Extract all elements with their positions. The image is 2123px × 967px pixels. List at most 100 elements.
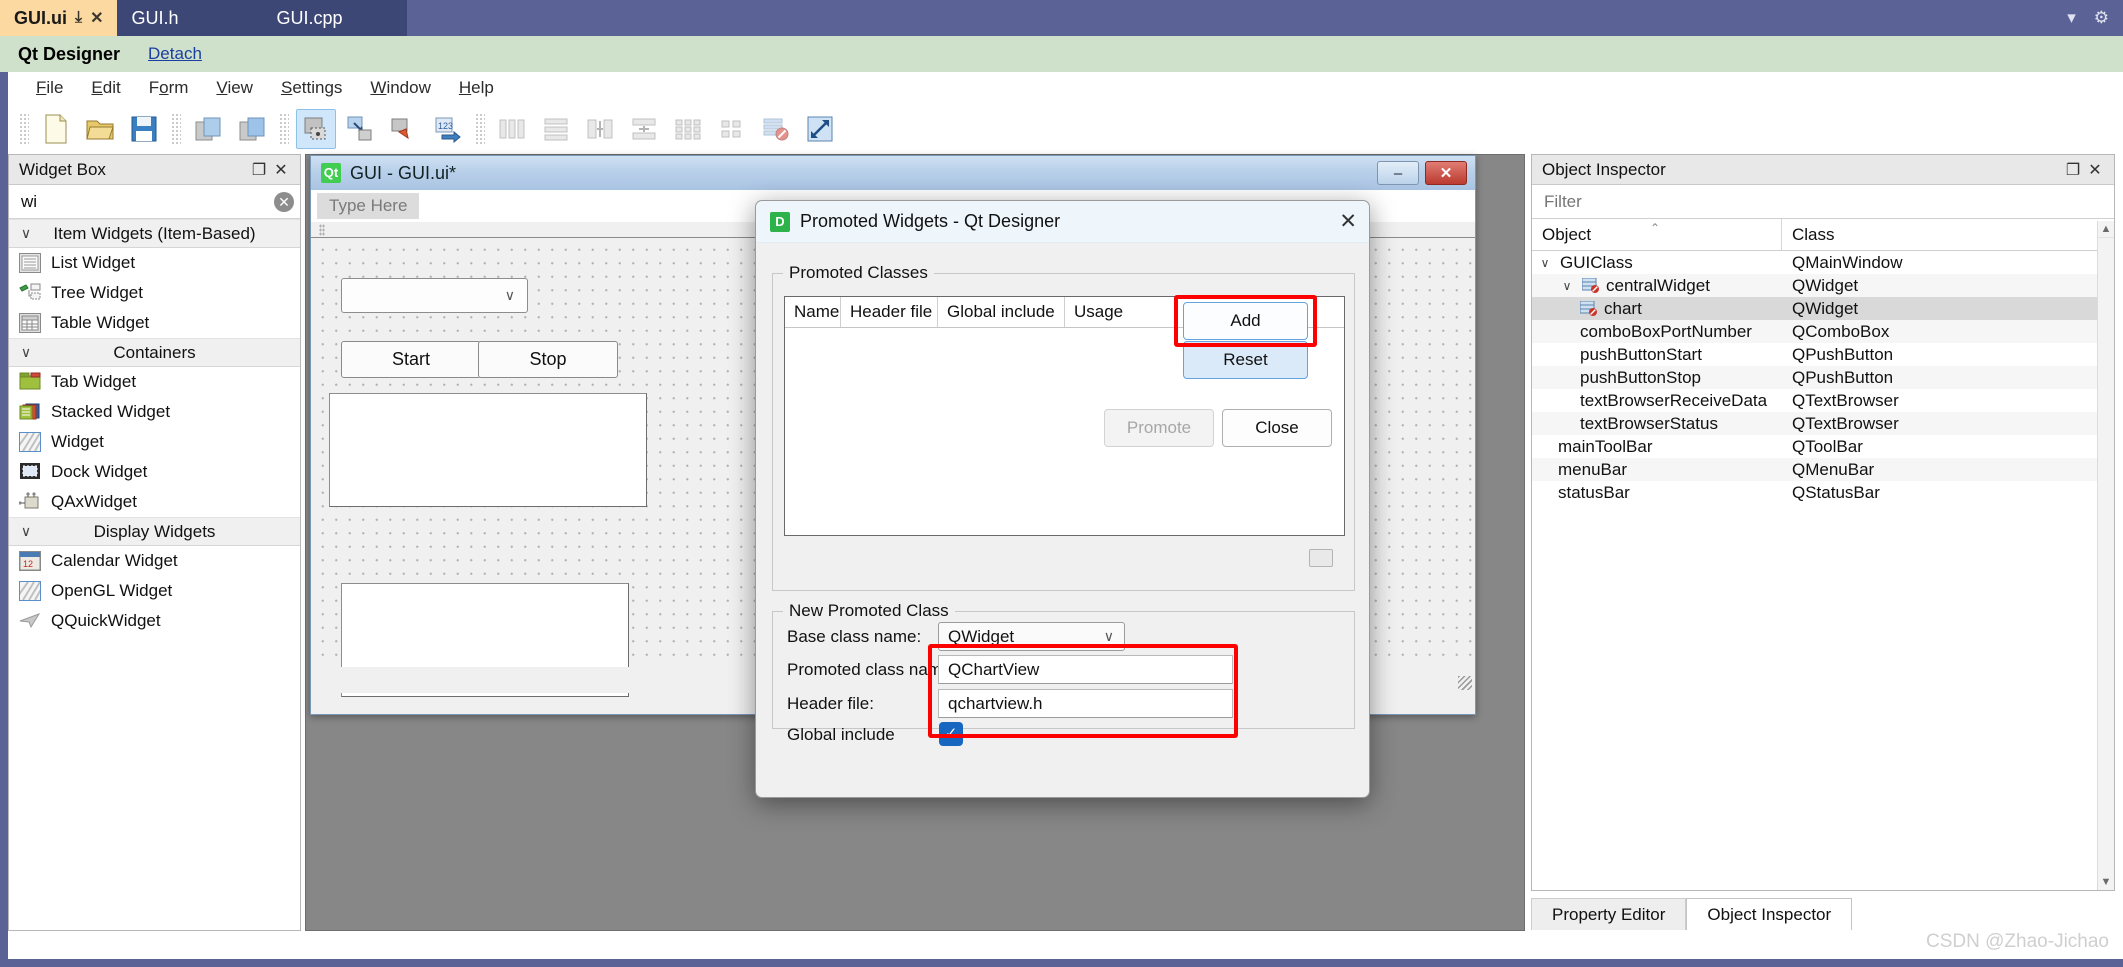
toolbar-grip[interactable] xyxy=(279,113,289,145)
filter-input[interactable] xyxy=(1542,190,2114,213)
pin-icon[interactable]: ⤓ xyxy=(75,9,82,27)
dialog-close-icon[interactable]: ✕ xyxy=(1339,211,1357,232)
edit-widgets-icon[interactable] xyxy=(296,109,336,149)
table-row[interactable]: statusBar QStatusBar xyxy=(1532,481,2114,504)
widget-group-item-widgets[interactable]: ∨ Item Widgets (Item-Based) xyxy=(9,219,300,248)
widget-item-tree-widget[interactable]: Tree Widget xyxy=(9,278,300,308)
widget-group-display-widgets[interactable]: ∨ Display Widgets xyxy=(9,517,300,546)
close-button[interactable]: ✕ xyxy=(1425,161,1467,185)
menu-window[interactable]: Window xyxy=(356,75,444,101)
float-icon[interactable]: ❐ xyxy=(2062,160,2084,180)
widget-item-widget[interactable]: Widget xyxy=(9,427,300,457)
layout-grid-icon[interactable] xyxy=(668,109,708,149)
header-file-input[interactable]: qchartview.h xyxy=(938,689,1233,718)
table-row[interactable]: comboBoxPortNumber QComboBox xyxy=(1532,320,2114,343)
close-icon[interactable]: ✕ xyxy=(2084,160,2106,180)
minimize-button[interactable]: – xyxy=(1377,161,1419,185)
table-row[interactable]: menuBar QMenuBar xyxy=(1532,458,2114,481)
toolbar-grip[interactable] xyxy=(475,113,485,145)
toolbar-grip[interactable] xyxy=(171,113,181,145)
table-row[interactable]: pushButtonStart QPushButton xyxy=(1532,343,2114,366)
tab-property-editor[interactable]: Property Editor xyxy=(1531,898,1687,930)
edit-tab-order-icon[interactable]: 123 xyxy=(428,109,468,149)
column-header-class[interactable]: Class xyxy=(1782,225,1835,245)
gear-icon[interactable]: ⚙ xyxy=(2094,8,2109,28)
table-row[interactable]: mainToolBar QToolBar xyxy=(1532,435,2114,458)
column-header-name[interactable]: Name xyxy=(785,297,841,327)
widget-item-list-widget[interactable]: List Widget xyxy=(9,248,300,278)
table-row[interactable]: textBrowserStatus QTextBrowser xyxy=(1532,412,2114,435)
widget-box-search[interactable]: ✕ xyxy=(9,185,300,219)
form-title-bar[interactable]: Qt GUI - GUI.ui* – ✕ xyxy=(311,156,1475,190)
scroll-up-icon[interactable]: ▲ xyxy=(2098,221,2114,238)
form-combobox-portnumber[interactable]: ∨ xyxy=(341,278,528,313)
open-file-icon[interactable] xyxy=(80,109,120,149)
undo-icon[interactable] xyxy=(188,109,228,149)
adjust-size-icon[interactable] xyxy=(800,109,840,149)
float-icon[interactable]: ❐ xyxy=(248,160,270,180)
save-file-icon[interactable] xyxy=(124,109,164,149)
redo-icon[interactable] xyxy=(232,109,272,149)
menu-form[interactable]: Form xyxy=(135,75,203,101)
detach-link[interactable]: Detach xyxy=(148,44,202,64)
column-header-global-include[interactable]: Global include xyxy=(938,297,1065,327)
search-input[interactable] xyxy=(19,190,274,213)
widget-item-qquickwidget[interactable]: QQuickWidget xyxy=(9,606,300,636)
new-file-icon[interactable] xyxy=(36,109,76,149)
widget-item-stacked-widget[interactable]: Stacked Widget xyxy=(9,397,300,427)
widget-item-calendar-widget[interactable]: 12 Calendar Widget xyxy=(9,546,300,576)
table-resize-button[interactable] xyxy=(1309,549,1333,567)
tab-gui-h[interactable]: GUI.h xyxy=(117,0,263,36)
table-row[interactable]: ∨ GUIClass QMainWindow xyxy=(1532,251,2114,274)
layout-splitter-v-icon[interactable] xyxy=(624,109,664,149)
edit-buddies-icon[interactable] xyxy=(384,109,424,149)
add-button[interactable]: Add xyxy=(1183,302,1308,340)
object-inspector-scrollbar[interactable]: ▲ ▼ xyxy=(2097,221,2114,890)
promote-button[interactable]: Promote xyxy=(1104,409,1214,447)
toolbar-grip[interactable] xyxy=(19,113,29,145)
menu-help[interactable]: Help xyxy=(445,75,508,101)
clear-search-icon[interactable]: ✕ xyxy=(274,191,294,212)
form-textbrowser-receive-data[interactable] xyxy=(329,393,647,507)
menu-file[interactable]: File xyxy=(22,75,77,101)
scroll-down-icon[interactable]: ▼ xyxy=(2098,873,2114,890)
widget-group-containers[interactable]: ∨ Containers xyxy=(9,338,300,367)
menu-settings[interactable]: Settings xyxy=(267,75,356,101)
chevron-down-icon[interactable]: ▾ xyxy=(2067,8,2076,28)
widget-item-qaxwidget[interactable]: QAxWidget xyxy=(9,487,300,517)
type-here-placeholder[interactable]: Type Here xyxy=(317,193,420,219)
tab-gui-cpp[interactable]: GUI.cpp xyxy=(262,0,408,36)
menu-view[interactable]: View xyxy=(202,75,267,101)
form-size-grip[interactable] xyxy=(1458,676,1472,690)
form-button-stop[interactable]: Stop xyxy=(478,341,618,378)
close-icon[interactable]: ✕ xyxy=(270,160,292,180)
layout-splitter-h-icon[interactable] xyxy=(580,109,620,149)
widget-item-dock-widget[interactable]: Dock Widget xyxy=(9,457,300,487)
close-button[interactable]: Close xyxy=(1222,409,1332,447)
layout-vertically-icon[interactable] xyxy=(536,109,576,149)
edit-signals-slots-icon[interactable] xyxy=(340,109,380,149)
layout-form-icon[interactable] xyxy=(712,109,752,149)
chevron-down-icon[interactable]: ∨ xyxy=(1536,256,1554,270)
base-class-name-combobox[interactable]: QWidget ∨ xyxy=(938,622,1125,651)
form-button-start[interactable]: Start xyxy=(341,341,481,378)
table-row[interactable]: pushButtonStop QPushButton xyxy=(1532,366,2114,389)
dialog-title-bar[interactable]: D Promoted Widgets - Qt Designer ✕ xyxy=(756,201,1369,243)
promoted-class-name-input[interactable]: QChartView xyxy=(938,655,1233,684)
table-row[interactable]: ∨ centralWidget QWidget xyxy=(1532,274,2114,297)
tab-gui-ui[interactable]: GUI.ui ⤓ ✕ xyxy=(0,0,118,36)
reset-button[interactable]: Reset xyxy=(1183,341,1308,379)
widget-item-tab-widget[interactable]: Tab Widget xyxy=(9,367,300,397)
close-icon[interactable]: ✕ xyxy=(90,8,103,28)
break-layout-icon[interactable] xyxy=(756,109,796,149)
tab-object-inspector[interactable]: Object Inspector xyxy=(1686,898,1853,930)
global-include-checkbox[interactable]: ✓ xyxy=(939,722,963,746)
widget-item-opengl-widget[interactable]: OpenGL Widget xyxy=(9,576,300,606)
layout-horizontally-icon[interactable] xyxy=(492,109,532,149)
widget-item-table-widget[interactable]: Table Widget xyxy=(9,308,300,338)
chevron-down-icon[interactable]: ∨ xyxy=(1558,279,1576,293)
table-row[interactable]: chart QWidget xyxy=(1532,297,2114,320)
menu-edit[interactable]: Edit xyxy=(77,75,134,101)
column-header-header-file[interactable]: Header file xyxy=(841,297,938,327)
table-row[interactable]: textBrowserReceiveData QTextBrowser xyxy=(1532,389,2114,412)
